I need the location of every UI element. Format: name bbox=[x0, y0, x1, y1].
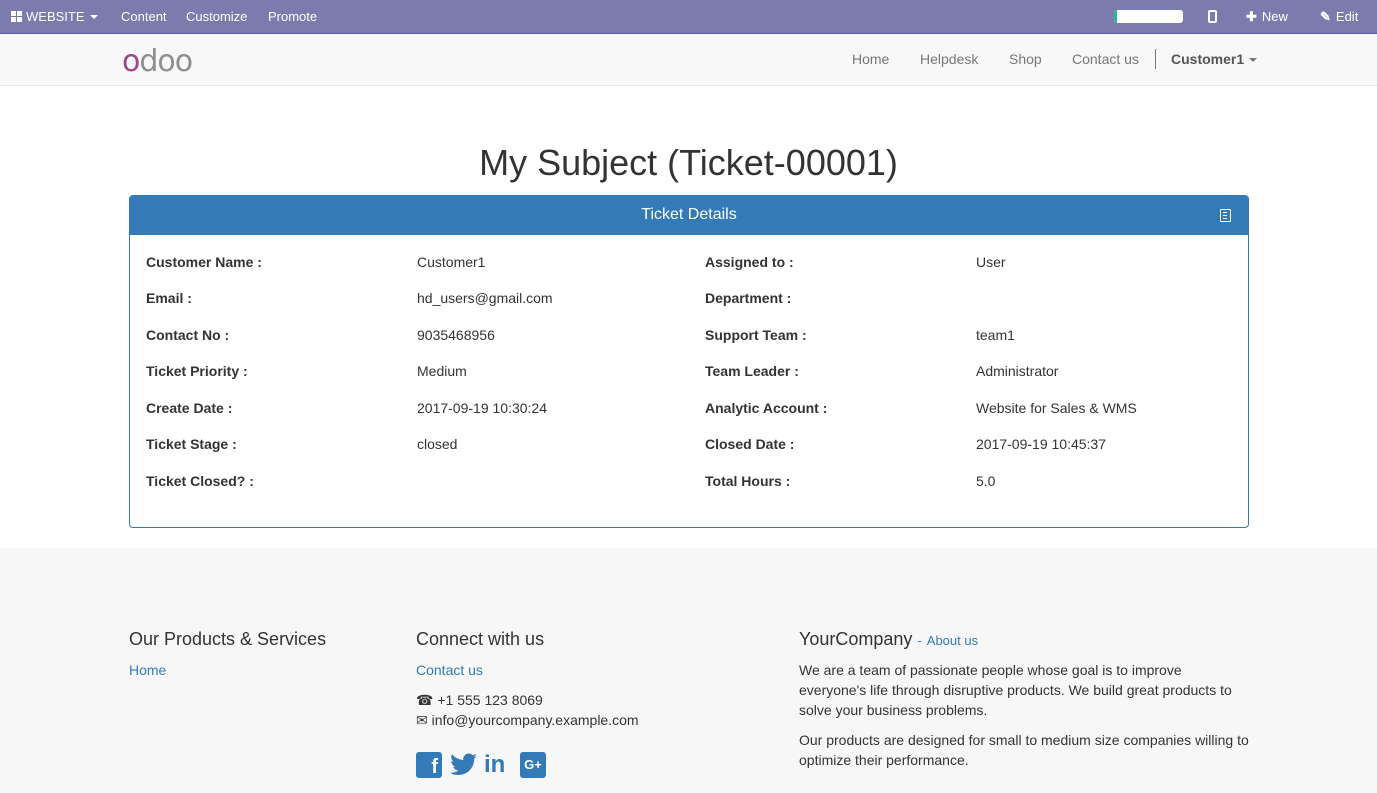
logo-letter-o: o bbox=[122, 44, 140, 79]
connect-heading: Connect with us bbox=[416, 629, 545, 649]
user-menu-button[interactable]: Customer1 bbox=[1171, 34, 1258, 86]
footer-email: ✉ info@yourcompany.example.com bbox=[416, 712, 639, 729]
mobile-phone-icon bbox=[1208, 10, 1217, 23]
about-separator: - bbox=[917, 633, 922, 648]
website-menu-label: WEBSITE bbox=[26, 9, 85, 24]
ticket-stage-label: Ticket Stage : bbox=[146, 436, 237, 452]
company-heading: YourCompany - About us bbox=[799, 629, 978, 650]
content-menu-button[interactable]: Content bbox=[121, 0, 167, 34]
panel-title: Ticket Details bbox=[641, 206, 737, 223]
footer-home-link[interactable]: Home bbox=[129, 662, 166, 678]
google-plus-icon[interactable]: G+ bbox=[520, 752, 546, 778]
create-date-label: Create Date : bbox=[146, 400, 233, 416]
email-address: info@yourcompany.example.com bbox=[431, 712, 639, 728]
footer-phone: ☎ +1 555 123 8069 bbox=[416, 692, 543, 709]
team-leader-label: Team Leader : bbox=[705, 363, 799, 379]
company-products-description: Our products are designed for small to m… bbox=[799, 732, 1249, 768]
plus-icon: ✚ bbox=[1246, 9, 1257, 24]
closed-date-value: 2017-09-19 10:45:37 bbox=[976, 436, 1106, 452]
nav-divider bbox=[1155, 49, 1156, 69]
panel-header: Ticket Details bbox=[130, 196, 1248, 235]
print-icon[interactable] bbox=[1220, 209, 1231, 222]
assigned-to-value: User bbox=[976, 254, 1006, 270]
logo-letters-doo: doo bbox=[139, 44, 193, 79]
promote-menu-button[interactable]: Promote bbox=[268, 0, 317, 34]
contact-no-value: 9035468956 bbox=[417, 327, 495, 343]
nav-helpdesk-link[interactable]: Helpdesk bbox=[920, 34, 978, 86]
pencil-icon: ✎ bbox=[1320, 9, 1331, 24]
company-description: We are a team of passionate people whose… bbox=[799, 662, 1232, 718]
phone-icon: ☎ bbox=[416, 692, 434, 708]
nav-contact-link[interactable]: Contact us bbox=[1072, 34, 1139, 86]
total-hours-label: Total Hours : bbox=[705, 473, 791, 489]
nav-home-link[interactable]: Home bbox=[852, 34, 889, 86]
email-value: hd_users@gmail.com bbox=[417, 290, 553, 306]
facebook-icon[interactable]: f bbox=[416, 752, 442, 778]
grid-icon bbox=[11, 11, 22, 22]
ticket-stage-value: closed bbox=[417, 436, 458, 452]
edit-button[interactable]: ✎ Edit bbox=[1320, 0, 1358, 34]
department-label: Department : bbox=[705, 290, 792, 306]
ticket-details-panel: Ticket Details bbox=[129, 195, 1249, 528]
new-button[interactable]: ✚ New bbox=[1246, 0, 1288, 34]
ticket-priority-label: Ticket Priority : bbox=[146, 363, 248, 379]
ticket-priority-value: Medium bbox=[417, 363, 467, 379]
team-leader-value: Administrator bbox=[976, 363, 1059, 379]
email-label: Email : bbox=[146, 290, 192, 306]
support-team-value: team1 bbox=[976, 327, 1015, 343]
linkedin-icon[interactable]: in bbox=[484, 752, 510, 778]
new-button-label: New bbox=[1261, 9, 1288, 24]
analytic-account-value: Website for Sales & WMS bbox=[976, 400, 1137, 416]
support-team-label: Support Team : bbox=[705, 327, 807, 343]
create-date-value: 2017-09-19 10:30:24 bbox=[417, 400, 547, 416]
envelope-icon: ✉ bbox=[416, 712, 428, 728]
analytic-account-label: Analytic Account : bbox=[705, 400, 828, 416]
contact-no-label: Contact No : bbox=[146, 327, 230, 343]
progress-bar[interactable] bbox=[1114, 10, 1183, 23]
chevron-down-icon bbox=[1249, 58, 1258, 62]
website-menu-button[interactable]: WEBSITE bbox=[11, 0, 98, 34]
about-us-link[interactable]: About us bbox=[927, 633, 978, 648]
ticket-title: My Subject (Ticket-00001) bbox=[479, 142, 898, 183]
company-name: YourCompany bbox=[799, 629, 913, 649]
products-heading: Our Products & Services bbox=[129, 629, 327, 649]
customer-name-value: Customer1 bbox=[417, 254, 486, 270]
assigned-to-label: Assigned to : bbox=[705, 254, 794, 270]
edit-button-label: Edit bbox=[1335, 9, 1359, 24]
customer-name-label: Customer Name : bbox=[146, 254, 262, 270]
chevron-down-icon bbox=[89, 15, 98, 19]
twitter-icon[interactable] bbox=[450, 752, 477, 778]
nav-shop-link[interactable]: Shop bbox=[1009, 34, 1042, 86]
phone-number: +1 555 123 8069 bbox=[437, 692, 543, 708]
admin-bar: WEBSITE Content Customize Promote ✚ New ✎… bbox=[0, 0, 1377, 34]
total-hours-value: 5.0 bbox=[976, 473, 996, 489]
mobile-preview-button[interactable] bbox=[1208, 0, 1217, 34]
progress-fill bbox=[1114, 10, 1118, 23]
customize-menu-button[interactable]: Customize bbox=[186, 0, 247, 34]
odoo-logo[interactable]: odoo bbox=[122, 44, 193, 79]
site-navbar: odoo Home Helpdesk Shop Contact us Custo… bbox=[0, 34, 1377, 86]
user-menu-label: Customer1 bbox=[1171, 51, 1245, 67]
ticket-closed-label: Ticket Closed? : bbox=[146, 473, 254, 489]
footer-contact-link[interactable]: Contact us bbox=[416, 662, 483, 678]
closed-date-label: Closed Date : bbox=[705, 436, 795, 452]
